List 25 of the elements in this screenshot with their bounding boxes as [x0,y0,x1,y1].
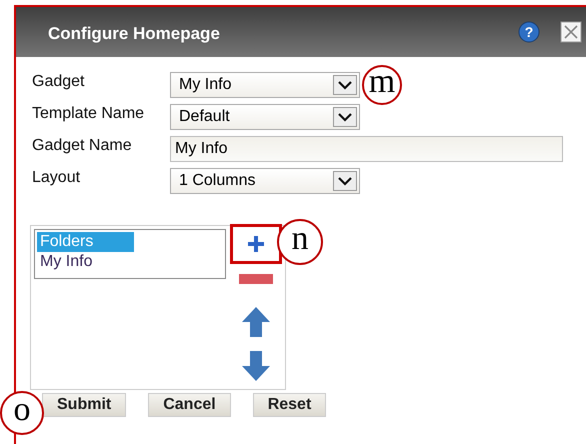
action-button[interactable]: Reset [252,393,326,417]
field-label: Template Name [32,105,146,123]
callout-label: o [0,391,44,435]
caret-icon [333,107,357,127]
caret-icon [333,171,357,191]
dropdown[interactable]: 1 Columns [170,168,360,194]
caret-icon [333,75,357,95]
move-up-icon[interactable] [241,306,271,338]
callout-label: m [362,65,402,105]
window-title: Configure Homepage [48,24,221,44]
add-icon[interactable] [247,235,265,253]
help-icon[interactable]: ? [518,21,540,43]
action-button[interactable]: Submit [42,393,126,417]
field-label: Layout [32,169,82,187]
text-field[interactable]: My Info [170,136,563,162]
callout-label: n [277,219,323,265]
field-label: Gadget Name [32,137,133,155]
dropdown[interactable]: Default [170,104,360,130]
move-down-icon[interactable] [241,350,271,382]
list-item[interactable]: My Info [37,252,134,272]
close-icon[interactable] [560,21,582,43]
action-button[interactable]: Cancel [148,393,231,417]
list-box[interactable]: Folders My Info [34,229,226,279]
dropdown[interactable]: My Info [170,72,360,98]
field-label: Gadget [32,73,86,91]
